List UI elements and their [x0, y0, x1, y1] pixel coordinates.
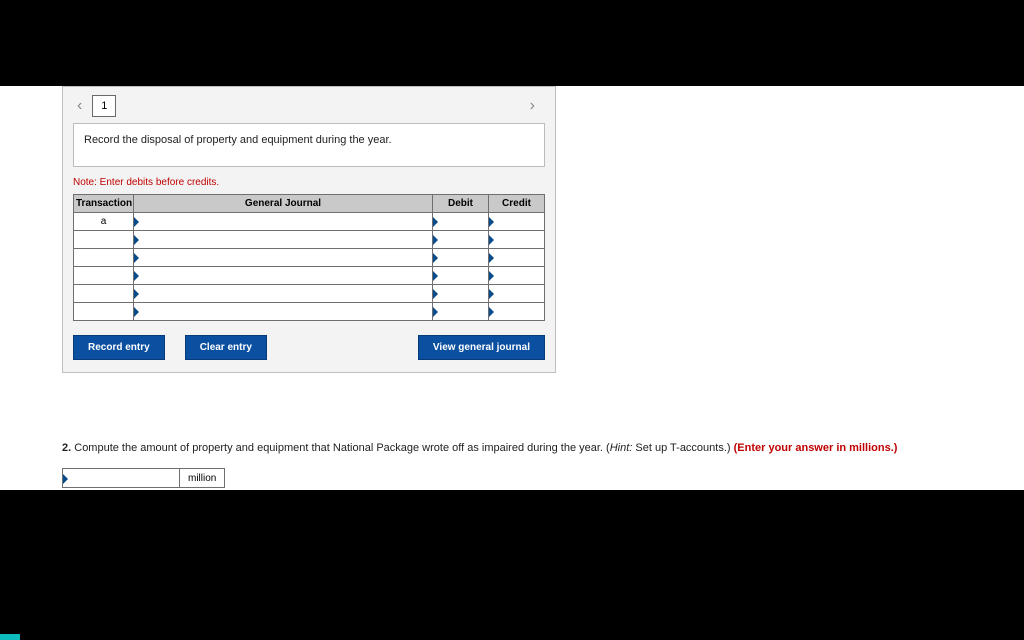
cell-debit[interactable] — [433, 213, 489, 231]
cell-credit[interactable] — [489, 249, 545, 267]
cell-transaction[interactable] — [74, 285, 134, 303]
journal-buttons-row: Record entry Clear entry View general jo… — [73, 335, 545, 360]
question-2-text: 2. Compute the amount of property and eq… — [62, 442, 942, 454]
cell-transaction[interactable] — [74, 267, 134, 285]
table-row — [74, 231, 545, 249]
table-row — [74, 267, 545, 285]
cell-debit[interactable] — [433, 249, 489, 267]
question-2-body-a: Compute the amount of property and equip… — [71, 442, 610, 454]
cell-credit[interactable] — [489, 267, 545, 285]
header-transaction: Transaction — [74, 195, 134, 213]
question-number: 2. — [62, 442, 71, 454]
cell-transaction[interactable] — [74, 231, 134, 249]
journal-entry-card: ‹ 1 › Record the disposal of property an… — [62, 86, 556, 373]
header-credit: Credit — [489, 195, 545, 213]
chevron-left-icon[interactable]: ‹ — [73, 97, 86, 115]
table-row: a — [74, 213, 545, 231]
cell-general-journal[interactable] — [134, 267, 433, 285]
table-row — [74, 249, 545, 267]
table-row — [74, 285, 545, 303]
cell-credit[interactable] — [489, 231, 545, 249]
cell-general-journal[interactable] — [134, 249, 433, 267]
hint-label: Hint: — [610, 442, 633, 454]
clear-entry-button[interactable]: Clear entry — [185, 335, 267, 360]
answer-instruction: (Enter your answer in millions.) — [734, 442, 898, 454]
transaction-prompt: Record the disposal of property and equi… — [73, 123, 545, 167]
cell-general-journal[interactable] — [134, 285, 433, 303]
header-general-journal: General Journal — [134, 195, 433, 213]
answer-unit-label: million — [180, 468, 225, 488]
transaction-pager: ‹ 1 › — [73, 95, 545, 117]
cell-debit[interactable] — [433, 285, 489, 303]
cell-transaction[interactable] — [74, 249, 134, 267]
header-debit: Debit — [433, 195, 489, 213]
hint-text: Set up T-accounts.) — [632, 442, 733, 454]
current-transaction-number[interactable]: 1 — [92, 95, 116, 117]
cell-credit[interactable] — [489, 303, 545, 321]
answer-input[interactable] — [62, 468, 180, 488]
top-black-bar — [0, 0, 1024, 86]
bottom-left-teal-accent — [0, 634, 20, 640]
view-general-journal-button[interactable]: View general journal — [418, 335, 545, 360]
cell-debit[interactable] — [433, 267, 489, 285]
cell-transaction[interactable]: a — [74, 213, 134, 231]
cell-general-journal[interactable] — [134, 231, 433, 249]
journal-entry-table: Transaction General Journal Debit Credit… — [73, 194, 545, 321]
record-entry-button[interactable]: Record entry — [73, 335, 165, 360]
cell-credit[interactable] — [489, 285, 545, 303]
cell-general-journal[interactable] — [134, 213, 433, 231]
cell-debit[interactable] — [433, 231, 489, 249]
cell-debit[interactable] — [433, 303, 489, 321]
bottom-black-bar — [0, 490, 1024, 640]
table-row — [74, 303, 545, 321]
chevron-right-icon[interactable]: › — [526, 97, 539, 115]
answer-row: million — [62, 468, 225, 488]
cell-general-journal[interactable] — [134, 303, 433, 321]
cell-transaction[interactable] — [74, 303, 134, 321]
table-header-row: Transaction General Journal Debit Credit — [74, 195, 545, 213]
debits-before-credits-note: Note: Enter debits before credits. — [73, 177, 545, 188]
cell-credit[interactable] — [489, 213, 545, 231]
